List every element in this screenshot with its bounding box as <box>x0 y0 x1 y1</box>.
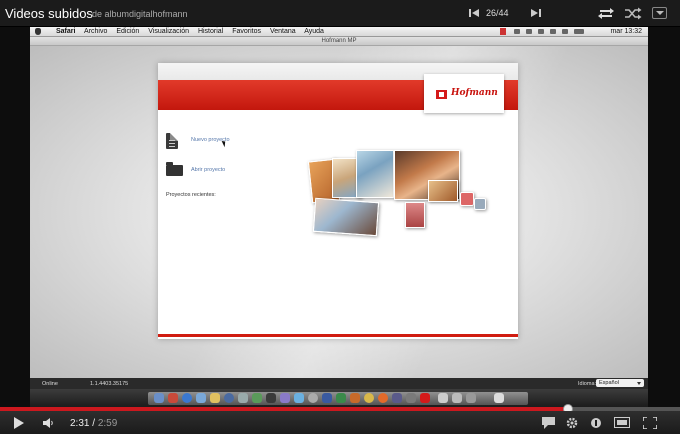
mac-status-area: mar 13:32 <box>500 28 648 36</box>
excel-icon[interactable] <box>336 393 346 403</box>
open-project-label[interactable]: Abrir proyecto <box>191 167 225 173</box>
hofmann-logo: Hofmann <box>424 74 504 113</box>
time-machine-icon[interactable] <box>526 29 532 34</box>
settings-gear-icon[interactable] <box>566 417 578 429</box>
annotations-icon[interactable] <box>590 417 602 429</box>
mug-image <box>460 192 474 206</box>
hofmann-dock-icon[interactable] <box>420 393 430 403</box>
connection-status: Online <box>42 381 58 387</box>
next-icon[interactable] <box>531 8 541 18</box>
volume-icon[interactable] <box>43 418 55 428</box>
settings-icon[interactable] <box>308 393 318 403</box>
current-time: 2:31 <box>70 418 90 429</box>
menu-historial[interactable]: Historial <box>198 28 223 35</box>
photo-icon[interactable] <box>280 393 290 403</box>
playlist-position: 26/44 <box>486 8 509 18</box>
player-controls: 2:31 / 2:59 <box>0 411 680 434</box>
hofmann-flag-icon <box>436 90 447 99</box>
playlist-menu-icon[interactable] <box>652 7 667 19</box>
facetime-icon[interactable] <box>252 393 262 403</box>
word-icon[interactable] <box>322 393 332 403</box>
menu-visualizacion[interactable]: Visualización <box>148 28 189 35</box>
playlist-bar: Videos subidos de albumdigitalhofmann 26… <box>0 0 680 27</box>
safari-icon[interactable] <box>182 393 192 403</box>
youtube-player: Videos subidos de albumdigitalhofmann 26… <box>0 0 680 434</box>
loop-icon[interactable] <box>597 7 615 20</box>
playlist-channel[interactable]: de albumdigitalhofmann <box>92 9 188 19</box>
red-footer-line <box>158 334 518 337</box>
captions-icon[interactable] <box>542 417 555 429</box>
wifi-icon[interactable] <box>550 29 556 34</box>
shuffle-icon[interactable] <box>624 7 642 20</box>
firefox-icon[interactable] <box>378 393 388 403</box>
powerpoint-icon[interactable] <box>350 393 360 403</box>
app-status-bar: Online 1.1.4403.35175 Idioma: Español <box>30 378 648 389</box>
mac-clock[interactable]: mar 13:32 <box>610 28 642 35</box>
previous-icon[interactable] <box>469 8 479 18</box>
finder-icon[interactable] <box>154 393 164 403</box>
small-mug-image <box>474 198 486 210</box>
language-select[interactable]: Español <box>596 379 644 387</box>
play-icon[interactable] <box>14 417 24 429</box>
photo-products-collage <box>307 150 500 250</box>
wall-calendar-image <box>356 150 394 198</box>
playlist-title[interactable]: Videos subidos <box>5 6 93 21</box>
notes-icon[interactable] <box>210 393 220 403</box>
mug-print-image <box>428 180 458 202</box>
trash-icon[interactable] <box>494 393 504 403</box>
downloads-icon[interactable] <box>452 393 462 403</box>
video-frame[interactable]: Safari Archivo Edición Visualización His… <box>30 27 648 407</box>
preview-icon[interactable] <box>238 393 248 403</box>
app-store-icon[interactable] <box>294 393 304 403</box>
menu-favoritos[interactable]: Favoritos <box>232 28 261 35</box>
menu-safari[interactable]: Safari <box>56 28 75 35</box>
menu-ventana[interactable]: Ventana <box>270 28 296 35</box>
app-icon-3[interactable] <box>406 393 416 403</box>
menu-edicion[interactable]: Edición <box>116 28 139 35</box>
mail-icon[interactable] <box>196 393 206 403</box>
folder-dock-icon[interactable] <box>438 393 448 403</box>
app-version: 1.1.4403.35175 <box>90 381 129 387</box>
duration: 2:59 <box>97 418 118 429</box>
mac-dock-area <box>30 389 648 407</box>
app-icon[interactable] <box>168 393 178 403</box>
menu-ayuda[interactable]: Ayuda <box>304 28 324 35</box>
recording-icon[interactable] <box>500 28 506 35</box>
bluetooth-icon[interactable] <box>514 29 520 34</box>
folder-icon <box>166 162 183 176</box>
documents-icon[interactable] <box>466 393 476 403</box>
apple-icon[interactable] <box>35 28 41 35</box>
mac-menu-items: Safari Archivo Edición Visualización His… <box>56 28 331 35</box>
window-title: Hofmann MP <box>30 37 648 46</box>
recent-projects-heading: Proyectos recientes: <box>166 192 216 198</box>
brand-name: Hofmann <box>451 88 498 98</box>
mac-menubar: Safari Archivo Edición Visualización His… <box>30 27 648 37</box>
itunes-icon[interactable] <box>224 393 234 403</box>
menu-archivo[interactable]: Archivo <box>84 28 107 35</box>
frame-print-image <box>405 202 425 228</box>
open-photo-book-image <box>312 197 380 237</box>
terminal-icon[interactable] <box>266 393 276 403</box>
document-icon <box>166 133 178 149</box>
theater-mode-icon[interactable] <box>614 417 630 428</box>
language-label: Idioma: <box>578 381 597 387</box>
sync-icon[interactable] <box>538 29 544 34</box>
hofmann-app-window: Hofmann Nuevo proyecto Abrir proyecto Pr… <box>158 63 518 339</box>
battery-icon[interactable] <box>574 29 584 34</box>
fullscreen-icon[interactable] <box>643 417 657 429</box>
app-icon-2[interactable] <box>392 393 402 403</box>
chrome-icon[interactable] <box>364 393 374 403</box>
volume-status-icon[interactable] <box>562 29 568 34</box>
time-display: 2:31 / 2:59 <box>70 418 118 429</box>
mac-dock <box>148 392 528 405</box>
